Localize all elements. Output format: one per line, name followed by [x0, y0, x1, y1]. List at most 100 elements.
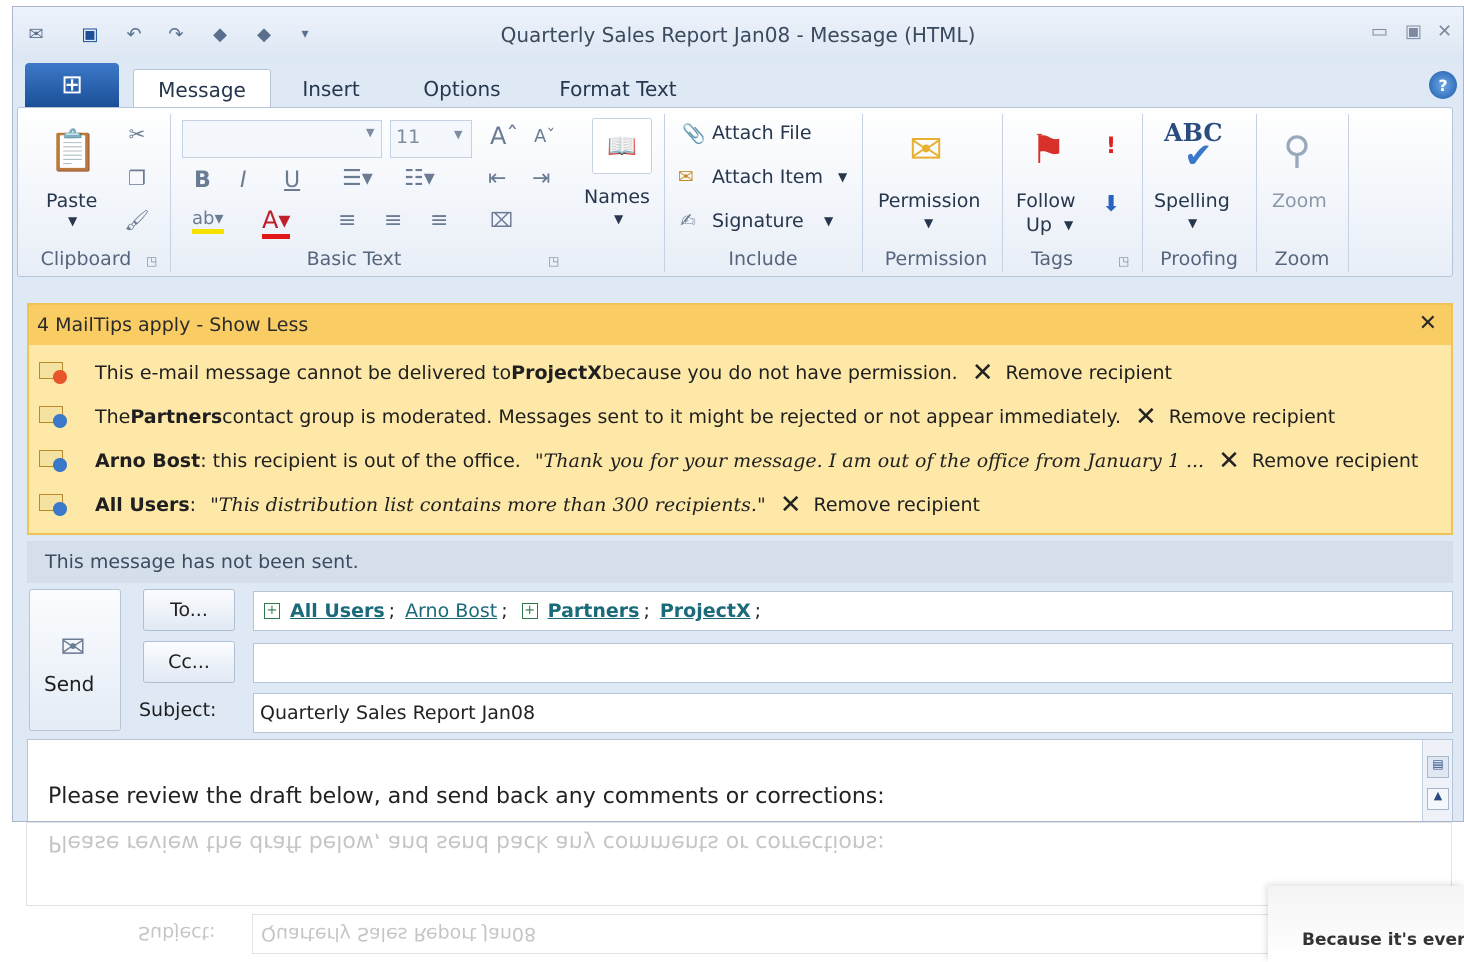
- vertical-scrollbar[interactable]: ▤ ▲: [1422, 740, 1452, 821]
- bullets-icon[interactable]: ☰▾: [342, 166, 373, 191]
- align-right-icon[interactable]: ≡: [430, 208, 448, 233]
- expand-group-icon[interactable]: +: [264, 603, 280, 619]
- send-button[interactable]: ✉ Send: [29, 589, 121, 731]
- mailtip-row: All Users : "This distribution list cont…: [39, 489, 980, 521]
- remove-recipient-link[interactable]: Remove recipient: [1169, 406, 1335, 428]
- recipient-token[interactable]: All Users: [290, 600, 385, 622]
- cc-field[interactable]: [253, 643, 1453, 683]
- basic-text-launcher-icon[interactable]: ◳: [548, 254, 559, 268]
- group-label-include: Include: [728, 248, 798, 270]
- check-icon: ✔: [1184, 136, 1213, 176]
- mailtip-info-icon: [39, 492, 69, 518]
- remove-recipient-link[interactable]: Remove recipient: [813, 494, 979, 516]
- remove-icon[interactable]: ✕: [780, 490, 802, 520]
- italic-icon[interactable]: I: [240, 168, 247, 193]
- permission-icon[interactable]: ✉: [896, 122, 956, 178]
- chevron-down-icon[interactable]: ▼: [1064, 218, 1073, 232]
- window-title: Quarterly Sales Report Jan08 - Message (…: [500, 23, 976, 47]
- font-name-combo[interactable]: [182, 120, 382, 158]
- font-color-icon[interactable]: A▾: [262, 206, 291, 239]
- underline-icon[interactable]: U: [284, 168, 300, 193]
- chevron-down-icon[interactable]: ▼: [454, 128, 462, 141]
- paperclip-icon: 📎: [682, 123, 706, 145]
- divider: [1142, 114, 1143, 272]
- recipient-token[interactable]: Partners: [548, 600, 640, 622]
- tab-format-text[interactable]: Format Text: [543, 69, 693, 109]
- follow-up-label-1[interactable]: Follow: [1016, 190, 1076, 212]
- increase-indent-icon[interactable]: ⇥: [532, 166, 550, 191]
- tags-launcher-icon[interactable]: ◳: [1118, 254, 1129, 268]
- attach-file-button[interactable]: Attach File: [712, 122, 812, 144]
- cut-icon[interactable]: ✂: [122, 120, 152, 148]
- address-book-icon[interactable]: 📖: [592, 118, 652, 174]
- recipient-name: Arno Bost: [95, 450, 201, 472]
- status-info-bar: This message has not been sent.: [27, 541, 1453, 583]
- mailtip-row: Arno Bost : this recipient is out of the…: [39, 445, 1418, 477]
- follow-up-label-2[interactable]: Up: [1026, 214, 1052, 236]
- attach-item-button[interactable]: Attach Item: [712, 166, 823, 188]
- align-center-icon[interactable]: ≡: [384, 208, 402, 233]
- send-label: Send: [44, 672, 95, 696]
- mailtip-info-icon: [39, 448, 69, 474]
- close-icon[interactable]: ✕: [1419, 311, 1437, 336]
- chevron-down-icon[interactable]: ▼: [614, 212, 623, 226]
- mailtip-text: :: [189, 494, 197, 516]
- remove-recipient-link[interactable]: Remove recipient: [1252, 450, 1418, 472]
- group-label-permission: Permission: [884, 248, 988, 270]
- remove-icon[interactable]: ✕: [1218, 446, 1240, 476]
- clipboard-launcher-icon[interactable]: ◳: [146, 254, 157, 268]
- spelling-button[interactable]: Spelling: [1154, 190, 1230, 212]
- low-importance-icon[interactable]: ⬇: [1102, 192, 1120, 217]
- tab-options[interactable]: Options: [403, 69, 521, 109]
- close-icon[interactable]: ✕: [1437, 21, 1452, 42]
- minimize-icon[interactable]: ▭: [1371, 21, 1388, 42]
- paste-icon[interactable]: 📋: [48, 120, 98, 180]
- numbering-icon[interactable]: ☷▾: [404, 166, 435, 191]
- format-painter-icon[interactable]: 🖌: [122, 206, 152, 234]
- tab-message[interactable]: Message: [133, 69, 271, 109]
- zoom-icon[interactable]: ⚲: [1272, 120, 1322, 180]
- message-body[interactable]: Please review the draft below, and send …: [27, 739, 1453, 821]
- maximize-icon[interactable]: ▣: [1405, 21, 1422, 42]
- reflection-subject-label: Subject:: [138, 922, 216, 944]
- tab-insert[interactable]: Insert: [283, 69, 379, 109]
- chevron-down-icon[interactable]: ▼: [366, 126, 374, 139]
- names-button[interactable]: Names: [584, 186, 650, 208]
- zoom-button[interactable]: Zoom: [1272, 190, 1327, 212]
- help-icon[interactable]: ?: [1429, 71, 1457, 99]
- paste-button[interactable]: Paste: [46, 190, 97, 212]
- chevron-down-icon[interactable]: ▼: [838, 170, 847, 184]
- scroll-up-icon[interactable]: ▲: [1427, 788, 1449, 810]
- page-icon[interactable]: ▤: [1427, 756, 1449, 778]
- remove-icon[interactable]: ✕: [972, 358, 994, 388]
- to-field[interactable]: + All Users; Arno Bost; + Partners; Proj…: [253, 591, 1453, 631]
- highlight-icon[interactable]: ab▾: [192, 208, 224, 234]
- permission-button[interactable]: Permission: [878, 190, 980, 212]
- grow-font-icon[interactable]: Aˆ: [490, 122, 518, 150]
- chevron-down-icon[interactable]: ▼: [924, 216, 933, 230]
- recipient-token[interactable]: Arno Bost: [405, 600, 497, 622]
- to-button[interactable]: To...: [143, 589, 235, 631]
- clear-formatting-icon[interactable]: ⌧: [490, 208, 513, 232]
- remove-icon[interactable]: ✕: [1135, 402, 1157, 432]
- decrease-indent-icon[interactable]: ⇤: [488, 166, 506, 191]
- office-button[interactable]: ⊞: [25, 63, 119, 107]
- bold-icon[interactable]: B: [194, 168, 211, 193]
- signature-button[interactable]: Signature: [712, 210, 804, 232]
- shrink-font-icon[interactable]: Aˇ: [534, 126, 555, 147]
- mirror-reflection: Please review the draft below, and send …: [12, 822, 1464, 962]
- follow-up-flag-icon[interactable]: ⚑: [1018, 120, 1078, 180]
- cc-button[interactable]: Cc...: [143, 641, 235, 683]
- remove-recipient-link[interactable]: Remove recipient: [1006, 362, 1172, 384]
- align-left-icon[interactable]: ≡: [338, 208, 356, 233]
- recipient-token[interactable]: ProjectX: [660, 600, 751, 622]
- chevron-down-icon[interactable]: ▼: [1188, 216, 1197, 230]
- expand-group-icon[interactable]: +: [521, 603, 538, 619]
- subject-field[interactable]: Quarterly Sales Report Jan08: [253, 693, 1453, 733]
- copy-icon[interactable]: ❐: [122, 164, 152, 192]
- paste-dropdown-icon[interactable]: ▼: [68, 214, 77, 228]
- mailtip-row: The Partners contact group is moderated.…: [39, 401, 1335, 433]
- high-importance-icon[interactable]: !: [1106, 134, 1116, 159]
- mailtips-header-text[interactable]: 4 MailTips apply - Show Less: [37, 314, 308, 336]
- chevron-down-icon[interactable]: ▼: [824, 214, 833, 228]
